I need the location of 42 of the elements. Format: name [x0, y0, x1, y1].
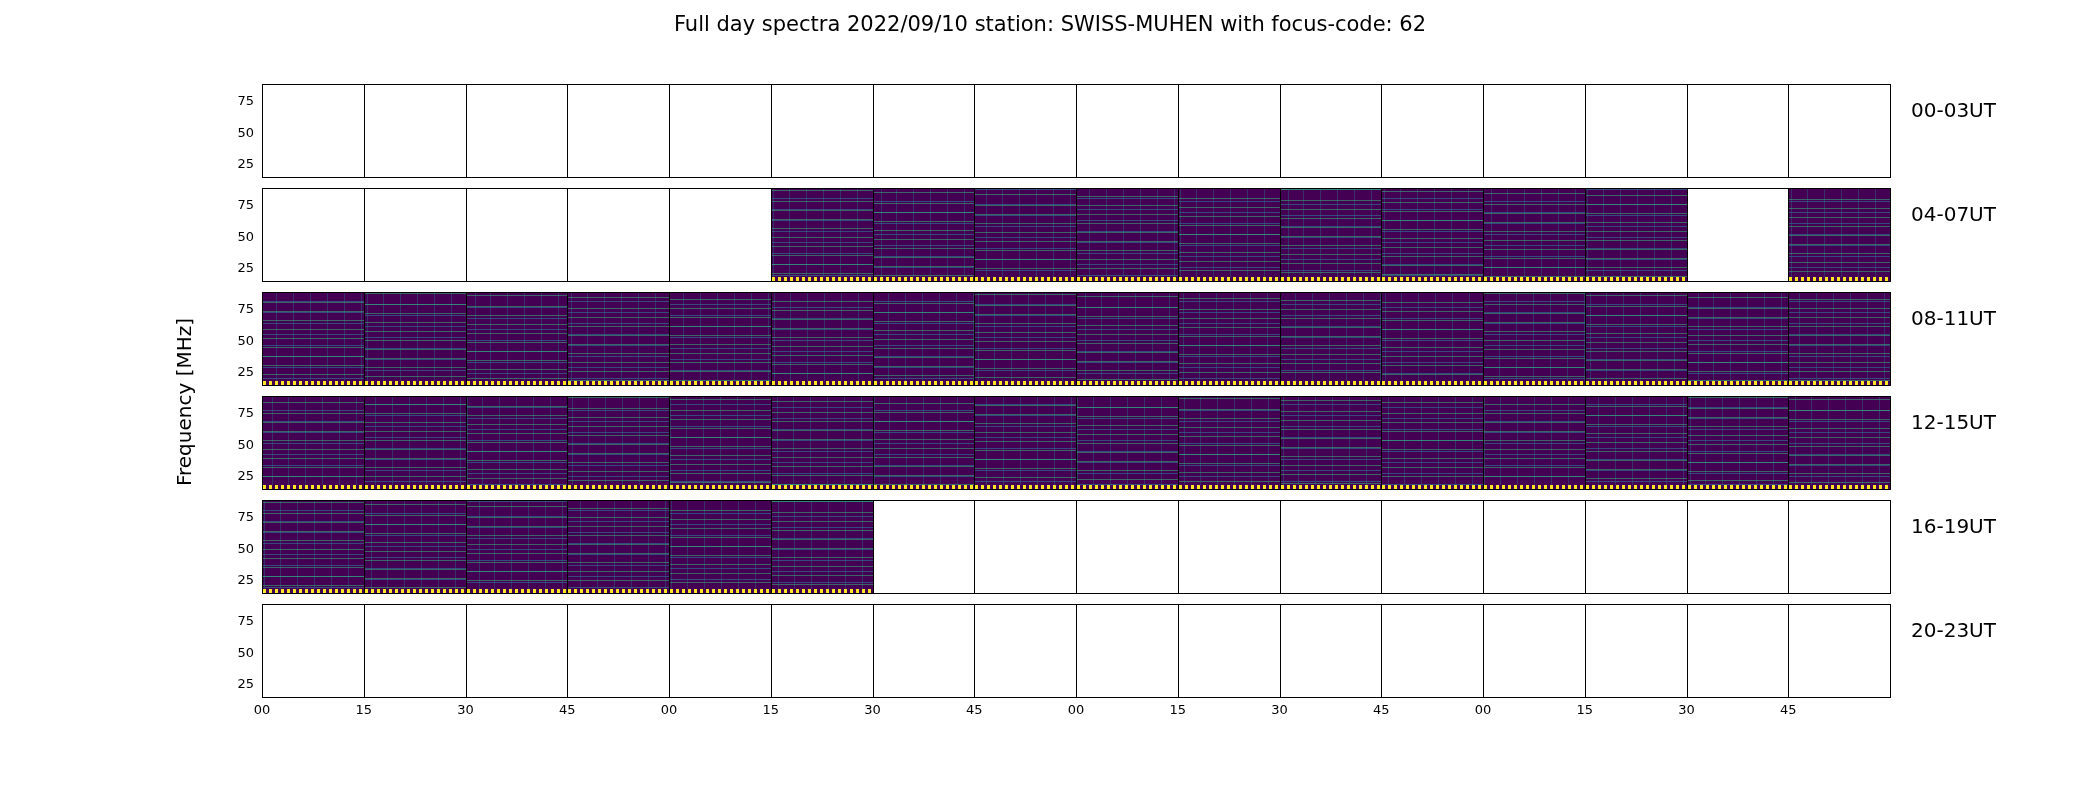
axis-tick-label: 50 [237, 436, 254, 452]
axis-tick-label: 25 [237, 675, 254, 691]
row-label: 12-15UT [1911, 410, 1996, 434]
axis-tick-label: 30 [457, 702, 474, 717]
axis-tick-label: 15 [1576, 702, 1593, 717]
axis-tick-label: 50 [237, 124, 254, 140]
axis-tick-label: 00 [1474, 702, 1492, 717]
axis-tick-label: 45 [1780, 702, 1797, 717]
axis-tick-label: 45 [966, 702, 983, 717]
axis-tick-label: 50 [237, 644, 254, 660]
axis-tick-label: 25 [237, 363, 254, 379]
axis-tick-label: 15 [1169, 702, 1186, 717]
axis-tick-label: 25 [237, 467, 254, 483]
axis-tick-label: 45 [1373, 702, 1390, 717]
axis-tick-label: 75 [237, 92, 254, 108]
axis-tick-label: 25 [237, 259, 254, 275]
axis-tick-label: 75 [237, 300, 254, 316]
axis-tick-label: 00 [1067, 702, 1085, 717]
axis-tick-label: 45 [559, 702, 576, 717]
axis-tick-label: 25 [237, 571, 254, 587]
axis-tick-label: 75 [237, 196, 254, 212]
row-label: 20-23UT [1911, 618, 1996, 642]
axis-tick-label: 30 [1271, 702, 1288, 717]
axis-tick-label: 75 [237, 404, 254, 420]
axis-tick-label: 00 [253, 702, 271, 717]
axis-tick-label: 25 [237, 155, 254, 171]
axis-tick-label: 30 [864, 702, 881, 717]
axis-tick-label: 50 [237, 332, 254, 348]
figure-title: Full day spectra 2022/09/10 station: SWISS-MUHEN with focus-code: 62 [672, 11, 1428, 38]
axis-tick-label: 75 [237, 612, 254, 628]
axis-tick-label: 50 [237, 228, 254, 244]
row-label: 00-03UT [1911, 98, 1996, 122]
axis-tick-label: 15 [762, 702, 779, 717]
axis-label: Frequency [MHz] [172, 317, 196, 487]
axis-tick-label: 15 [355, 702, 372, 717]
axis-tick-label: 50 [237, 540, 254, 556]
axis-tick-label: 00 [660, 702, 678, 717]
axis-tick-label: 75 [237, 508, 254, 524]
row-label: 04-07UT [1911, 202, 1996, 226]
row-label: 16-19UT [1911, 514, 1996, 538]
row-label: 08-11UT [1911, 306, 1996, 330]
axis-tick-label: 30 [1678, 702, 1695, 717]
